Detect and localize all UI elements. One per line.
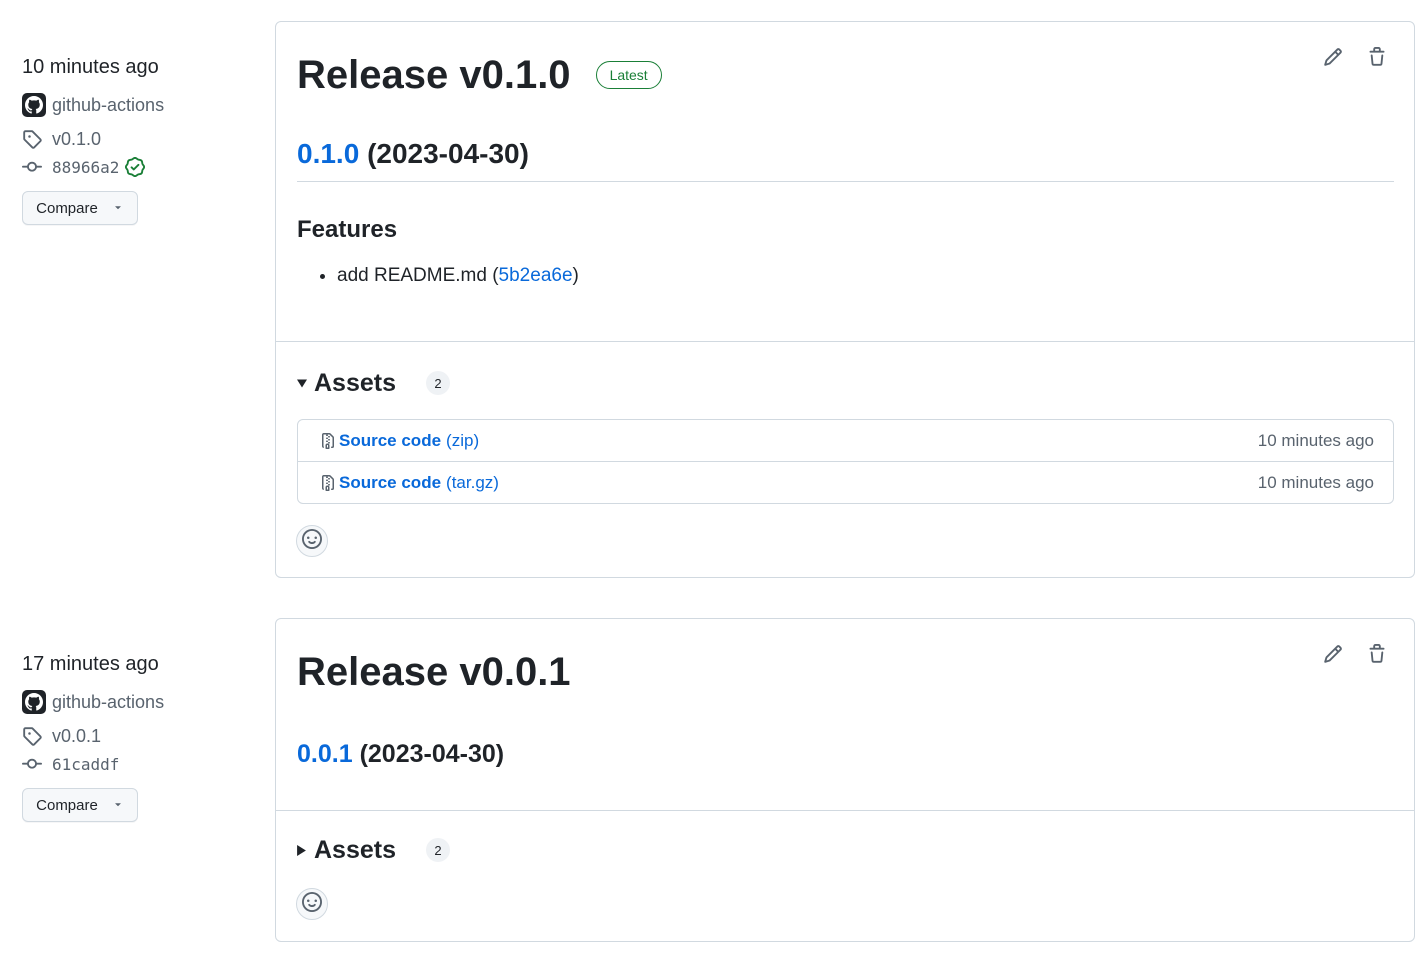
git-commit-icon bbox=[22, 157, 44, 177]
divider bbox=[276, 341, 1414, 342]
pencil-icon[interactable] bbox=[1322, 643, 1344, 665]
commit-sha[interactable]: 88966a2 bbox=[52, 158, 119, 177]
release-commit[interactable]: 61caddf bbox=[22, 754, 252, 774]
asset-row[interactable]: Source code (zip) 10 minutes ago bbox=[298, 420, 1393, 461]
release-author[interactable]: github-actions bbox=[22, 690, 252, 714]
feature-text: add README.md ( bbox=[337, 265, 499, 286]
release-commit[interactable]: 88966a2 bbox=[22, 157, 252, 177]
triangle-down-icon bbox=[112, 200, 124, 217]
features-heading: Features bbox=[297, 216, 398, 243]
release-author[interactable]: github-actions bbox=[22, 93, 252, 117]
assets-title: Assets bbox=[314, 835, 396, 864]
compare-button[interactable]: Compare bbox=[22, 788, 138, 822]
list-item: add README.md (5b2ea6e) bbox=[337, 264, 1394, 288]
feature-suffix: ) bbox=[572, 265, 579, 286]
file-zip-icon bbox=[320, 431, 336, 451]
version-date: (2023-04-30) bbox=[359, 740, 505, 768]
trash-icon[interactable] bbox=[1366, 46, 1388, 68]
file-zip-icon bbox=[320, 473, 336, 493]
smiley-icon bbox=[302, 528, 322, 554]
commit-link[interactable]: 5b2ea6e bbox=[499, 265, 573, 286]
release-tag[interactable]: v0.1.0 bbox=[22, 129, 252, 149]
release-time: 17 minutes ago bbox=[22, 653, 159, 675]
assets-count-badge: 2 bbox=[426, 838, 450, 862]
tag-name[interactable]: v0.0.1 bbox=[52, 726, 101, 747]
author-name[interactable]: github-actions bbox=[52, 95, 164, 116]
add-reaction-button[interactable] bbox=[296, 525, 328, 557]
github-mark-icon bbox=[22, 690, 46, 714]
compare-button[interactable]: Compare bbox=[22, 191, 138, 225]
github-mark-icon bbox=[22, 93, 46, 117]
tag-icon bbox=[22, 129, 44, 149]
assets-count-badge: 2 bbox=[426, 371, 450, 395]
release-card: Release v0.0.1 0.0.1 (2023-04-30) Assets… bbox=[275, 618, 1415, 942]
version-heading: 0.0.1 (2023-04-30) bbox=[297, 736, 1394, 772]
release-card: Release v0.1.0 Latest 0.1.0 (2023-04-30)… bbox=[275, 21, 1415, 578]
compare-label: Compare bbox=[36, 796, 98, 814]
version-link[interactable]: 0.1.0 bbox=[297, 138, 359, 169]
git-commit-icon bbox=[22, 754, 44, 774]
features-list: add README.md (5b2ea6e) bbox=[297, 264, 1394, 288]
assets-toggle[interactable]: Assets 2 bbox=[297, 368, 1394, 398]
asset-name[interactable]: Source code bbox=[339, 431, 441, 451]
smiley-icon bbox=[302, 891, 322, 917]
commit-sha[interactable]: 61caddf bbox=[52, 755, 119, 774]
asset-row[interactable]: Source code (tar.gz) 10 minutes ago bbox=[298, 461, 1393, 503]
verified-check-icon[interactable] bbox=[125, 157, 146, 177]
asset-name[interactable]: Source code bbox=[339, 473, 441, 493]
author-name[interactable]: github-actions bbox=[52, 692, 164, 713]
asset-time: 10 minutes ago bbox=[1257, 472, 1374, 492]
asset-list: Source code (zip) 10 minutes ago Source … bbox=[297, 419, 1394, 504]
release-time: 10 minutes ago bbox=[22, 56, 159, 78]
trash-icon[interactable] bbox=[1366, 643, 1388, 665]
release-meta: 17 minutes ago github-actions v0.0.1 61c… bbox=[22, 652, 252, 822]
asset-ext[interactable]: (zip) bbox=[446, 431, 479, 451]
release-title[interactable]: Release v0.1.0 bbox=[297, 52, 571, 98]
release-title[interactable]: Release v0.0.1 bbox=[297, 649, 571, 695]
version-heading: 0.1.0 (2023-04-30) bbox=[297, 136, 1394, 182]
assets-toggle[interactable]: Assets 2 bbox=[297, 835, 1394, 865]
divider bbox=[276, 810, 1414, 811]
assets-title: Assets bbox=[314, 368, 396, 397]
triangle-down-icon bbox=[297, 377, 307, 389]
release-tag[interactable]: v0.0.1 bbox=[22, 726, 252, 746]
latest-badge: Latest bbox=[595, 61, 662, 89]
tag-icon bbox=[22, 726, 44, 746]
assets-section: Assets 2 bbox=[297, 835, 1394, 865]
version-date: (2023-04-30) bbox=[367, 138, 529, 169]
pencil-icon[interactable] bbox=[1322, 46, 1344, 68]
add-reaction-button[interactable] bbox=[296, 888, 328, 920]
asset-time: 10 minutes ago bbox=[1257, 430, 1374, 450]
version-link[interactable]: 0.0.1 bbox=[297, 740, 353, 768]
triangle-right-icon bbox=[297, 844, 307, 856]
assets-section: Assets 2 Source code (zip) 10 minutes ag… bbox=[297, 368, 1394, 504]
triangle-down-icon bbox=[112, 797, 124, 814]
tag-name[interactable]: v0.1.0 bbox=[52, 129, 101, 150]
compare-label: Compare bbox=[36, 199, 98, 217]
asset-ext[interactable]: (tar.gz) bbox=[446, 473, 499, 493]
release-meta: 10 minutes ago github-actions v0.1.0 889… bbox=[22, 55, 252, 225]
